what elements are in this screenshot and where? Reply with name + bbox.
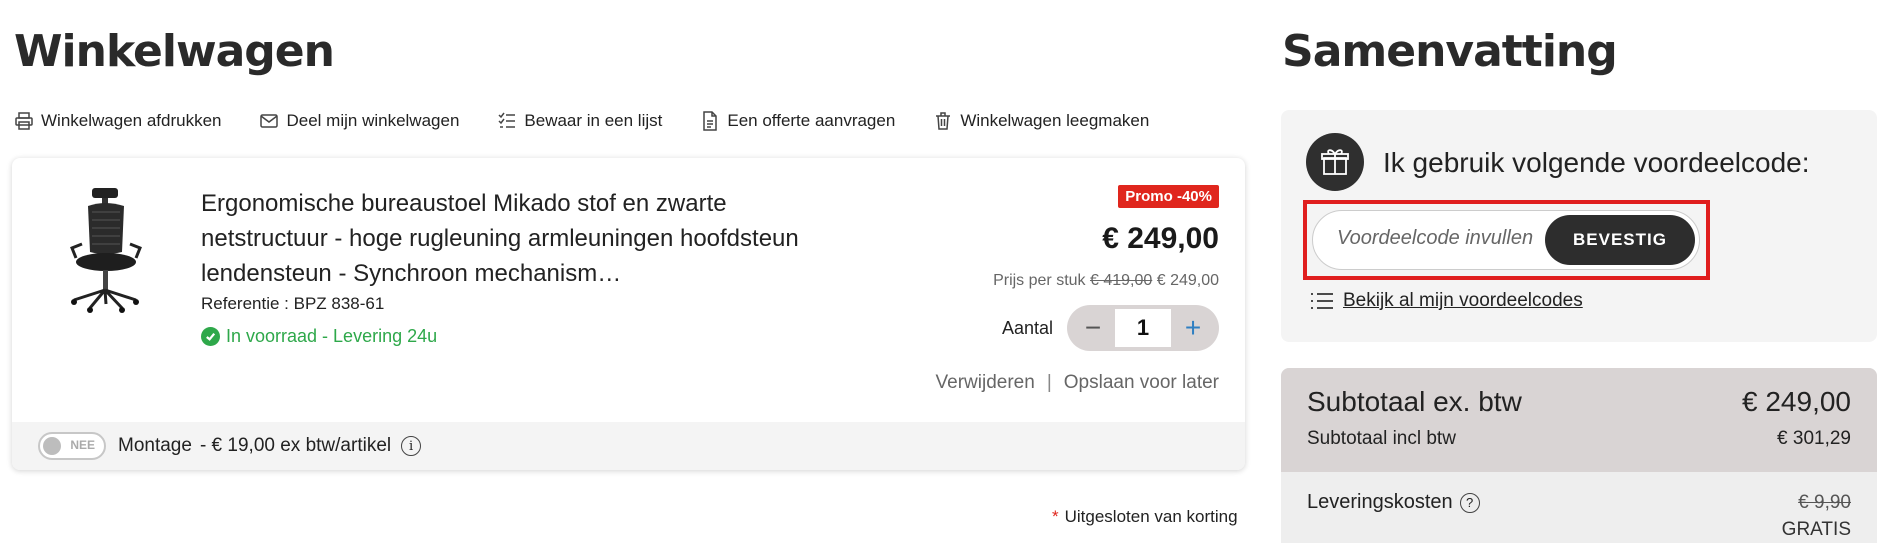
unit-price: Prijs per stuk € 419,00 € 249,00	[993, 272, 1219, 290]
empty-cart-button[interactable]: Winkelwagen leegmaken	[933, 111, 1149, 131]
request-quote-label: Een offerte aanvragen	[727, 111, 896, 130]
toggle-state-label: NEE	[70, 438, 95, 452]
check-circle-icon	[201, 327, 220, 346]
stock-status: In voorraad - Levering 24u	[201, 326, 437, 347]
excluded-note: * Uitgesloten van korting	[1052, 507, 1238, 527]
montage-price: - € 19,00 ex btw/artikel	[199, 435, 392, 456]
printer-icon	[15, 112, 33, 130]
unit-price-old: € 419,00	[1089, 272, 1153, 289]
cart-item-card: Ergonomische bureaustoel Mikado stof en …	[12, 158, 1245, 470]
shipping-old-price: € 9,90	[1798, 492, 1851, 513]
decrease-quantity-button[interactable]: −	[1071, 309, 1115, 347]
mail-icon	[260, 114, 279, 128]
promo-badge: Promo -40%	[1118, 185, 1219, 208]
office-chair-image[interactable]	[62, 186, 152, 316]
remove-link[interactable]: Verwijderen	[936, 372, 1035, 393]
subtotal-incl-label: Subtotaal incl btw	[1307, 428, 1456, 449]
save-later-link[interactable]: Opslaan voor later	[1064, 372, 1219, 393]
view-all-codes-link[interactable]: Bekijk al mijn voordeelcodes	[1309, 290, 1583, 312]
shipping-free: GRATIS	[1781, 519, 1851, 540]
checklist-icon	[498, 112, 516, 128]
quantity-label: Aantal	[1001, 317, 1053, 338]
product-reference: Referentie : BPZ 838-61	[201, 294, 385, 313]
voucher-panel: Ik gebruik volgende voordeelcode: BEVEST…	[1281, 110, 1877, 342]
share-cart-label: Deel mijn winkelwagen	[286, 111, 460, 130]
montage-option: NEE Montage - € 19,00 ex btw/artikel i	[12, 422, 1245, 470]
document-icon	[703, 111, 718, 131]
subtotal-ex-label: Subtotaal ex. btw	[1307, 386, 1522, 417]
product-title[interactable]: Ergonomische bureaustoel Mikado stof en …	[201, 186, 801, 291]
unit-price-new: € 249,00	[1156, 272, 1219, 289]
unit-price-label: Prijs per stuk	[993, 272, 1086, 289]
cart-toolbar: Winkelwagen afdrukken Deel mijn winkelwa…	[14, 108, 1187, 134]
request-quote-button[interactable]: Een offerte aanvragen	[700, 111, 895, 131]
separator: |	[1046, 372, 1052, 393]
share-cart-button[interactable]: Deel mijn winkelwagen	[259, 111, 459, 131]
view-all-codes-label[interactable]: Bekijk al mijn voordeelcodes	[1343, 290, 1583, 312]
order-totals: Subtotaal ex. btw € 249,00 Subtotaal inc…	[1281, 368, 1877, 543]
asterisk: *	[1052, 507, 1059, 526]
quantity-stepper: − 1 +	[1067, 305, 1219, 351]
toggle-knob	[43, 437, 61, 455]
subtotal-incl-value: € 301,29	[1777, 428, 1851, 449]
voucher-highlight-frame: BEVESTIG	[1303, 200, 1710, 280]
voucher-code-input[interactable]	[1337, 227, 1537, 250]
confirm-voucher-button[interactable]: BEVESTIG	[1545, 215, 1695, 265]
shipping-row: Leveringskosten ?	[1307, 491, 1480, 514]
page-title: Winkelwagen	[14, 26, 335, 77]
subtotal-ex-value: € 249,00	[1742, 386, 1851, 417]
quantity-value[interactable]: 1	[1115, 309, 1171, 347]
item-actions: Verwijderen | Opslaan voor later	[936, 372, 1219, 394]
quantity-row: Aantal − 1 +	[1002, 305, 1219, 351]
stock-text: In voorraad - Levering 24u	[226, 326, 438, 346]
subtotal-block: Subtotaal ex. btw € 249,00 Subtotaal inc…	[1281, 368, 1877, 472]
info-icon[interactable]: i	[401, 436, 422, 456]
print-cart-button[interactable]: Winkelwagen afdrukken	[14, 111, 221, 131]
print-cart-label: Winkelwagen afdrukken	[41, 111, 222, 130]
increase-quantity-button[interactable]: +	[1171, 309, 1215, 347]
empty-cart-label: Winkelwagen leegmaken	[960, 111, 1150, 130]
montage-label: Montage	[118, 435, 192, 456]
save-list-label: Bewaar in een lijst	[524, 111, 663, 130]
shipping-label: Leveringskosten	[1307, 491, 1453, 513]
trash-icon	[936, 112, 951, 130]
montage-toggle[interactable]: NEE	[38, 432, 106, 460]
list-icon	[1311, 293, 1333, 309]
excluded-note-text: Uitgesloten van korting	[1064, 507, 1238, 526]
line-price: € 249,00	[1102, 222, 1219, 255]
gift-icon	[1306, 133, 1364, 191]
voucher-label: Ik gebruik volgende voordeelcode:	[1383, 147, 1810, 178]
summary-title: Samenvatting	[1282, 26, 1618, 77]
help-icon[interactable]: ?	[1459, 492, 1480, 513]
save-list-button[interactable]: Bewaar in een lijst	[497, 111, 662, 131]
voucher-input-wrapper: BEVESTIG	[1312, 210, 1700, 270]
